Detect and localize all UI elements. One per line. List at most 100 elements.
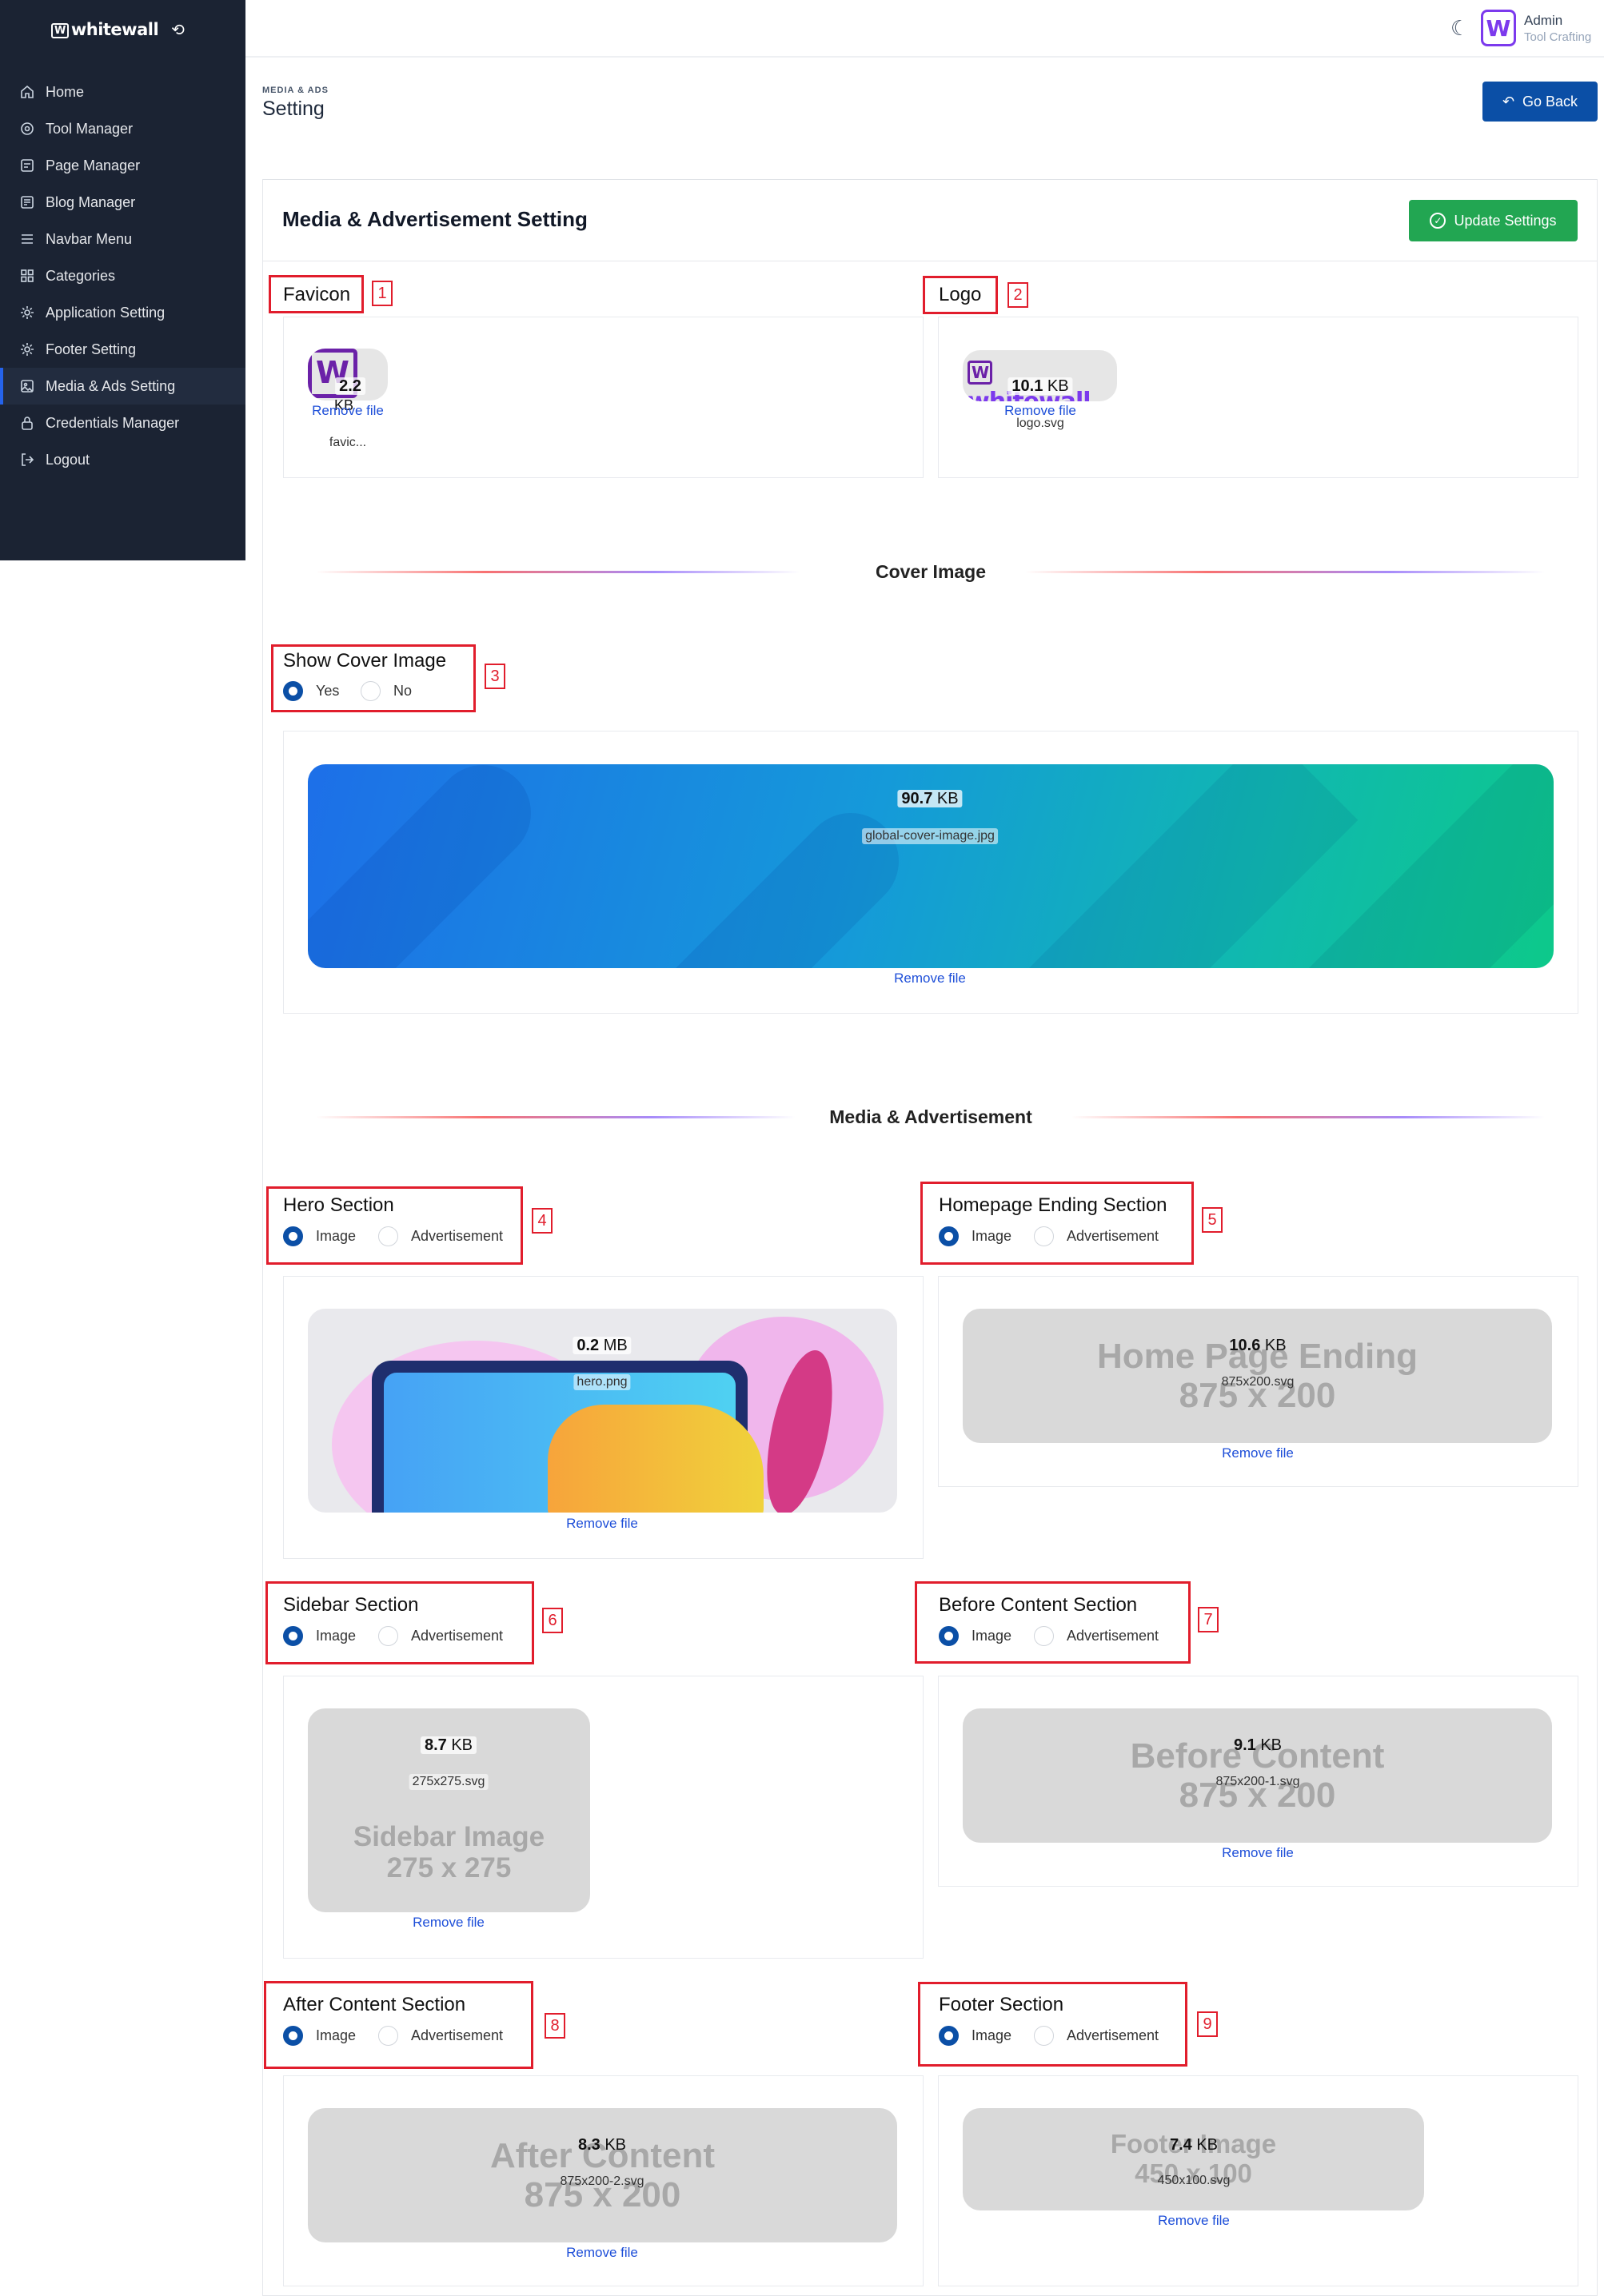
cover-divider-right (1025, 571, 1545, 573)
view-site-icon[interactable]: ⟲ (171, 20, 185, 40)
sidebar-menu: Home Tool Manager Page Manager Blog Mana… (0, 74, 245, 478)
menu-icon (22, 234, 33, 244)
hero-label: Hero Section (283, 1194, 394, 1216)
cover-divider-title: Cover Image (875, 561, 987, 582)
image-icon (21, 380, 34, 393)
update-settings-button[interactable]: ✓ Update Settings (1409, 200, 1578, 241)
before-size: 9.1 KB (1233, 1736, 1283, 1754)
after-remove-file[interactable]: Remove file (566, 2245, 638, 2261)
moon-icon[interactable]: ☾ (1450, 16, 1473, 40)
radio-checked-icon (283, 1226, 303, 1246)
sidebar-item-logout[interactable]: Logout (0, 441, 245, 478)
sidebar-item-navbar-menu[interactable]: Navbar Menu (0, 221, 245, 257)
footer-size: 7.4 KB (1169, 2136, 1219, 2154)
footer-image-radio[interactable]: Image (939, 2026, 1011, 2046)
sidebar-item-footer-setting[interactable]: Footer Setting (0, 331, 245, 368)
sidebar-image-radio[interactable]: Image (283, 1626, 356, 1646)
favicon-label: Favicon (283, 284, 351, 305)
home-end-size: 10.6 KB (1229, 1337, 1287, 1354)
footer-advertisement-radio[interactable]: Advertisement (1034, 2026, 1159, 2046)
page-icon (21, 159, 34, 172)
sidebar-remove-file[interactable]: Remove file (413, 1915, 485, 1931)
after-size: 8.3 KB (577, 2136, 627, 2154)
home-end-advertisement-radio[interactable]: Advertisement (1034, 1226, 1159, 1246)
avatar[interactable]: W (1481, 10, 1516, 46)
radio-checked-icon (283, 681, 303, 701)
cover-size: 90.7 KB (897, 790, 963, 807)
sidebar-item-media-ads-setting[interactable]: Media & Ads Setting (0, 368, 245, 405)
sidebar: Wwhitewall ⟲ Home Tool Manager Page Mana… (0, 0, 245, 560)
sidebar-item-application-setting[interactable]: Application Setting (0, 294, 245, 331)
before-image-radio[interactable]: Image (939, 1626, 1011, 1646)
sidebar-section-label: Sidebar Section (283, 1594, 419, 1616)
user-name: Admin (1524, 13, 1563, 28)
radio-checked-icon (283, 1626, 303, 1646)
home-end-image-radio[interactable]: Image (939, 1226, 1011, 1246)
logo-label: Logo (939, 284, 982, 305)
home-end-label: Homepage Ending Section (939, 1194, 1167, 1216)
hero-advertisement-radio[interactable]: Advertisement (378, 1226, 503, 1246)
radio-checked-icon (283, 2026, 303, 2046)
sidebar-item-page-manager[interactable]: Page Manager (0, 147, 245, 184)
media-divider-left (316, 1116, 796, 1118)
annotation-marker-6: 6 (542, 1608, 563, 1633)
radio-checked-icon (939, 1226, 959, 1246)
sidebar-item-tool-manager[interactable]: Tool Manager (0, 110, 245, 147)
logout-icon (22, 453, 34, 466)
show-cover-no-radio[interactable]: No (361, 681, 412, 701)
radio-unchecked-icon (1034, 2026, 1054, 2046)
before-content-label: Before Content Section (939, 1594, 1138, 1616)
radio-unchecked-icon (361, 681, 381, 701)
radio-unchecked-icon (378, 1226, 398, 1246)
hero-size: 0.2 MB (573, 1337, 632, 1354)
breadcrumb: MEDIA & ADS (262, 86, 329, 95)
topbar (245, 0, 1604, 58)
logo-size: 10.1 KB (1007, 377, 1073, 395)
grid-icon (21, 269, 34, 282)
radio-unchecked-icon (378, 1626, 398, 1646)
sidebar-item-home[interactable]: Home (0, 74, 245, 110)
hero-image-radio[interactable]: Image (283, 1226, 356, 1246)
favicon-remove-file[interactable]: Remove file (312, 403, 384, 419)
sidebar-advertisement-radio[interactable]: Advertisement (378, 1626, 503, 1646)
show-cover-label: Show Cover Image (283, 650, 447, 672)
annotation-marker-1: 1 (372, 281, 393, 306)
sidebar-filename: 275x275.svg (409, 1774, 489, 1790)
footer-section-label: Footer Section (939, 1994, 1064, 2015)
before-advertisement-radio[interactable]: Advertisement (1034, 1626, 1159, 1646)
media-divider-title: Media & Advertisement (829, 1106, 1032, 1127)
card-header: Media & Advertisement Setting ✓ Update S… (263, 180, 1597, 261)
after-advertisement-radio[interactable]: Advertisement (378, 2026, 503, 2046)
before-remove-file[interactable]: Remove file (1222, 1845, 1294, 1861)
annotation-marker-4: 4 (532, 1208, 553, 1234)
sidebar-item-credentials-manager[interactable]: Credentials Manager (0, 405, 245, 441)
annotation-marker-7: 7 (1198, 1607, 1219, 1632)
home-icon (21, 85, 34, 98)
annotation-marker-3: 3 (485, 664, 505, 689)
footer-remove-file[interactable]: Remove file (1158, 2213, 1230, 2229)
sidebar-item-categories[interactable]: Categories (0, 257, 245, 294)
user-role: Tool Crafting (1524, 30, 1592, 44)
hero-filename: hero.png (573, 1374, 631, 1390)
sidebar-item-blog-manager[interactable]: Blog Manager (0, 184, 245, 221)
brand[interactable]: Wwhitewall ⟲ (51, 18, 185, 42)
annotation-marker-8: 8 (545, 2013, 565, 2039)
radio-unchecked-icon (378, 2026, 398, 2046)
annotation-marker-2: 2 (1007, 282, 1028, 308)
gear-icon (21, 343, 34, 356)
radio-checked-icon (939, 1626, 959, 1646)
go-back-button[interactable]: ↶ Go Back (1482, 82, 1598, 122)
favicon-filename: favic... (325, 435, 370, 451)
hero-remove-file[interactable]: Remove file (566, 1516, 638, 1532)
page-title: Setting (262, 98, 325, 120)
gear-icon (21, 306, 34, 319)
after-image-radio[interactable]: Image (283, 2026, 356, 2046)
check-circle-icon: ✓ (1430, 213, 1446, 229)
show-cover-yes-radio[interactable]: Yes (283, 681, 339, 701)
home-end-remove-file[interactable]: Remove file (1222, 1445, 1294, 1461)
radio-unchecked-icon (1034, 1626, 1054, 1646)
tool-icon (21, 122, 34, 135)
cover-remove-file[interactable]: Remove file (894, 971, 966, 987)
footer-filename: 450x100.svg (1157, 2174, 1231, 2187)
cover-filename: global-cover-image.jpg (862, 828, 998, 844)
